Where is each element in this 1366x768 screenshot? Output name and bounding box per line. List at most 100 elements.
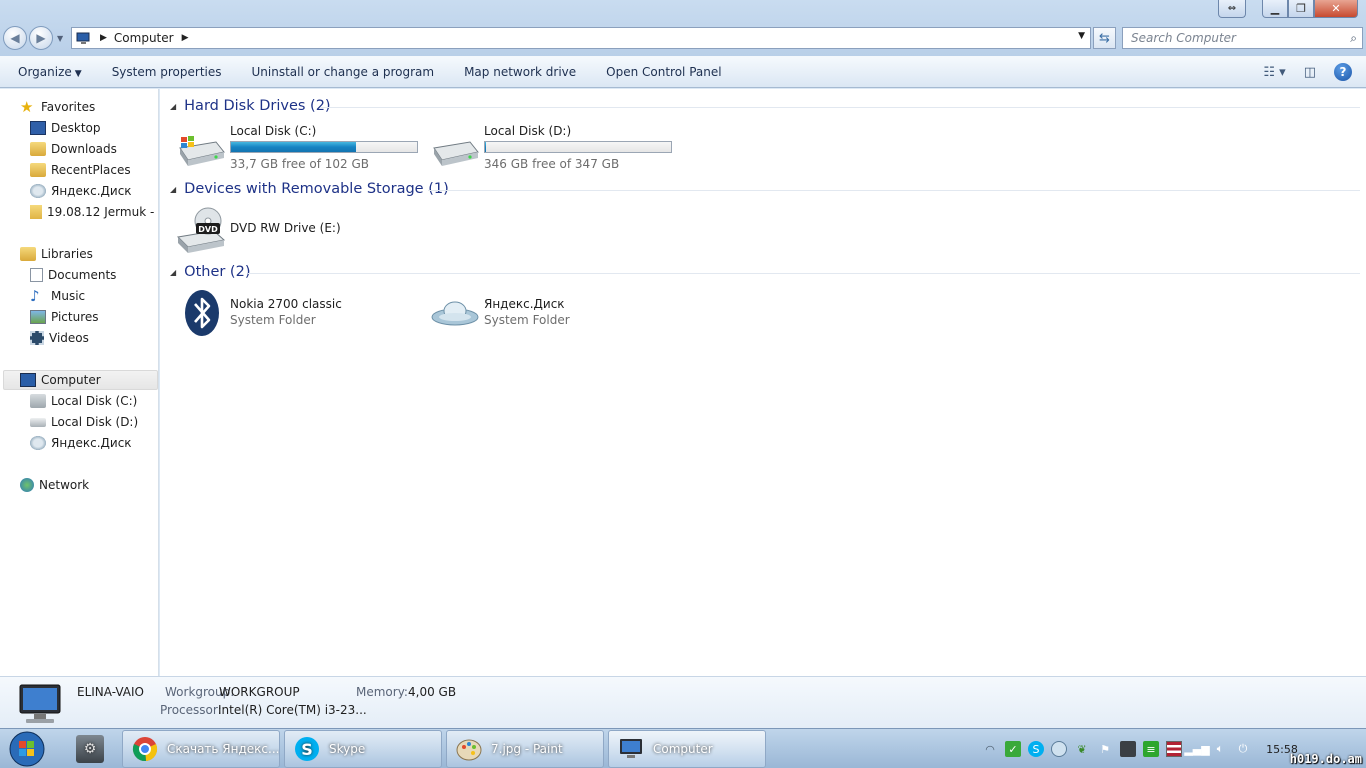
restore-arrows-icon[interactable]: ⇔ [1218, 0, 1246, 18]
nav-favorites[interactable]: ★ Favorites [20, 97, 95, 117]
nokia-device-tile[interactable]: Nokia 2700 classic System Folder [176, 289, 342, 336]
yandex-disk-tile[interactable]: Яндекс.Диск System Folder [430, 289, 570, 335]
drive-tile-d[interactable]: Local Disk (D:) 346 GB free of 347 GB [430, 124, 672, 171]
uninstall-program-button[interactable]: Uninstall or change a program [252, 65, 435, 79]
start-button[interactable] [4, 730, 50, 768]
yandex-disk-name: Яндекс.Диск [484, 297, 565, 311]
taskbar-skype[interactable]: S Skype [284, 730, 442, 768]
nav-local-disk-c[interactable]: Local Disk (C:) [30, 391, 137, 411]
nav-yandex-disk-favorite[interactable]: Яндекс.Диск [30, 181, 132, 201]
close-button[interactable]: ✕ [1314, 0, 1358, 18]
speaker-icon[interactable]: 🔈︎ [1212, 741, 1228, 757]
drive-d-usage-fill [485, 142, 486, 152]
power-plug-icon[interactable]: ⏻ [1235, 741, 1251, 757]
device-tray-icon[interactable] [1120, 741, 1136, 757]
drive-tile-c[interactable]: Local Disk (C:) 33,7 GB free of 102 GB [176, 124, 418, 171]
group-divider [428, 190, 1360, 191]
nav-videos[interactable]: Videos [30, 328, 89, 348]
nav-yandex-disk-computer[interactable]: Яндекс.Диск [30, 433, 132, 453]
help-icon[interactable]: ? [1334, 63, 1352, 81]
nav-network[interactable]: Network [20, 475, 89, 495]
signal-strength-icon[interactable]: ▂▄▆ [1184, 741, 1209, 757]
dvd-drive-icon: DVD [176, 207, 226, 253]
nav-computer[interactable]: Computer [3, 370, 158, 390]
update-tray-icon[interactable] [1051, 741, 1067, 757]
drive-c-free-space: 33,7 GB free of 102 GB [230, 157, 369, 171]
music-note-icon: ♪ [30, 287, 40, 305]
breadcrumb-computer[interactable]: Computer [114, 31, 174, 45]
taskbar-paint[interactable]: 7.jpg - Paint [446, 730, 604, 768]
drive-d-free-space: 346 GB free of 347 GB [484, 157, 620, 171]
watermark-text: h019.do.am [1289, 752, 1362, 766]
group-header-removable[interactable]: ◢ Devices with Removable Storage (1) [170, 181, 449, 197]
taskbar-chrome-label: Скачать Яндекс.... [167, 742, 280, 756]
group-divider [320, 107, 1360, 108]
language-flag-icon[interactable] [1166, 741, 1182, 757]
open-control-panel-button[interactable]: Open Control Panel [606, 65, 721, 79]
nav-recent-places[interactable]: RecentPlaces [30, 160, 131, 180]
preview-pane-icon[interactable]: ◫ [1304, 65, 1316, 80]
nav-folder-jermuk[interactable]: 19.08.12 Jermuk - Sh [30, 202, 158, 222]
windows-drive-icon [30, 394, 46, 408]
leaf-tray-icon[interactable]: ❦ [1074, 741, 1090, 757]
dvd-label: DVD [198, 225, 218, 234]
group-header-hard-disks[interactable]: ◢ Hard Disk Drives (2) [170, 98, 331, 114]
yandex-disk-icon [30, 436, 46, 450]
memory-label: Memory: [356, 685, 408, 699]
search-icon[interactable]: ⌕ [1350, 31, 1357, 46]
breadcrumb-chevron-icon[interactable]: ▶ [182, 33, 189, 43]
command-bar: Organize ▼ System properties Uninstall or… [0, 56, 1366, 88]
drive-d-usage-bar [484, 141, 672, 153]
collapse-triangle-icon[interactable]: ◢ [170, 268, 176, 277]
address-bar[interactable]: ▶ Computer ▶ ▼ [71, 27, 1091, 49]
yandex-disk-tray-icon[interactable]: ◠ [982, 741, 998, 757]
green-app-tray-icon[interactable]: ≡ [1143, 741, 1159, 757]
computer-icon [20, 373, 36, 387]
title-bar: ⇔ ▁ ❐ ✕ ◀ ▶ ▼ ▶ Computer ▶ ▼ ⇆ Search Co… [0, 0, 1366, 56]
computer-icon [617, 735, 645, 763]
nav-music[interactable]: ♪ Music [30, 286, 85, 306]
maximize-button[interactable]: ❐ [1288, 0, 1314, 18]
map-network-drive-button[interactable]: Map network drive [464, 65, 576, 79]
pinned-program-button[interactable]: ⚙ [68, 730, 116, 768]
organize-button[interactable]: Organize ▼ [18, 65, 82, 79]
computer-icon [76, 32, 90, 44]
processor-label: Processor: [160, 703, 222, 717]
chrome-icon [131, 735, 159, 763]
taskbar-chrome[interactable]: Скачать Яндекс.... [122, 730, 280, 768]
collapse-triangle-icon[interactable]: ◢ [170, 102, 176, 111]
film-strip-icon [30, 331, 44, 345]
nav-downloads[interactable]: Downloads [30, 139, 117, 159]
skype-icon: S [293, 735, 321, 763]
nokia-type: System Folder [230, 313, 316, 327]
address-history-dropdown-icon[interactable]: ▼ [1078, 31, 1085, 41]
search-input[interactable]: Search Computer ⌕ [1122, 27, 1363, 49]
minimize-button[interactable]: ▁ [1262, 0, 1288, 18]
yandex-disk-type: System Folder [484, 313, 570, 327]
dvd-drive-tile[interactable]: DVD DVD RW Drive (E:) [176, 207, 341, 253]
pictures-icon [30, 310, 46, 324]
nav-local-disk-d[interactable]: Local Disk (D:) [30, 412, 138, 432]
nav-pictures[interactable]: Pictures [30, 307, 99, 327]
refresh-button[interactable]: ⇆ [1093, 27, 1116, 49]
processor-value: Intel(R) Core(TM) i3-23... [218, 703, 367, 717]
nav-documents[interactable]: Documents [30, 265, 116, 285]
breadcrumb-chevron-icon[interactable]: ▶ [100, 33, 107, 43]
search-placeholder: Search Computer [1131, 31, 1236, 45]
star-icon: ★ [20, 98, 34, 116]
nav-desktop[interactable]: Desktop [30, 118, 101, 138]
recent-pages-dropdown[interactable]: ▼ [57, 34, 63, 43]
change-view-icon[interactable]: ☷ ▾ [1263, 65, 1285, 80]
skype-tray-icon[interactable]: S [1028, 741, 1044, 757]
paint-palette-icon [455, 735, 483, 763]
taskbar-computer[interactable]: Computer [608, 730, 766, 768]
system-properties-button[interactable]: System properties [112, 65, 222, 79]
yandex-disk-icon [30, 184, 46, 198]
collapse-triangle-icon[interactable]: ◢ [170, 185, 176, 194]
action-center-flag-icon[interactable]: ⚑ [1097, 741, 1113, 757]
group-header-other[interactable]: ◢ Other (2) [170, 264, 250, 280]
back-button[interactable]: ◀ [3, 26, 27, 50]
nav-libraries[interactable]: Libraries [20, 244, 93, 264]
forward-button[interactable]: ▶ [29, 26, 53, 50]
green-check-tray-icon[interactable]: ✓ [1005, 741, 1021, 757]
